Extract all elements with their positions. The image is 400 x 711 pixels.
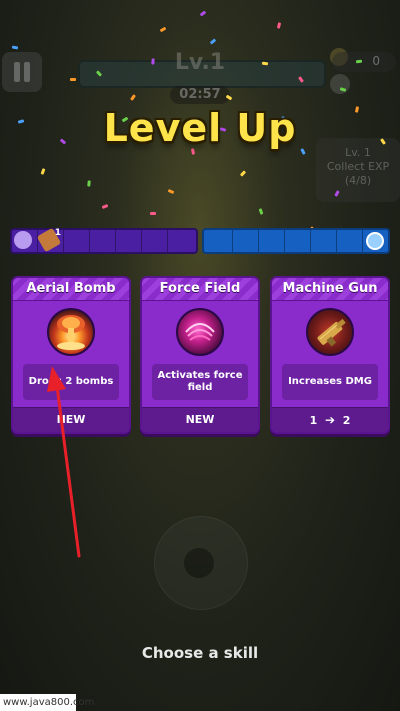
confetti-piece [199,10,207,17]
confetti-piece [239,170,247,177]
skill-slot [168,230,194,252]
level-to: 2 [342,414,351,427]
confetti-piece [149,211,157,216]
confetti-piece [258,208,264,215]
skill-slot [90,230,116,252]
card-title: Force Field [142,278,258,301]
confetti-piece [130,94,136,101]
quest-task: Collect EXP [326,160,390,173]
confetti-piece [101,203,109,210]
skill-card-machine-gun[interactable]: Machine Gun Increases DMG 1 ➔ 2 [270,276,390,434]
wing-icon [14,231,32,249]
passive-slot [362,230,388,252]
passive-slot [258,230,284,252]
card-status: NEW [142,407,258,432]
passive-slot [206,230,232,252]
confetti-piece [261,61,269,66]
card-description: Increases DMG [282,364,378,400]
confetti-piece [276,22,282,29]
skill-slot: 1 [36,227,64,253]
clock-icon [366,232,384,250]
kill-count: 0 [372,54,380,68]
confetti-piece [209,38,217,45]
card-title: Aerial Bomb [13,278,129,301]
skill-card-aerial-bomb[interactable]: Aerial Bomb Drops 2 bombs NEW [11,276,131,434]
skill-slot [142,230,168,252]
active-skill-slots: 1 [10,227,198,254]
confetti-piece [167,188,175,195]
confetti-piece [159,26,167,33]
passive-slot [284,230,310,252]
arrow-right-icon: ➔ [324,413,336,427]
level-from: 1 [309,414,318,427]
machine-gun-icon [306,308,354,356]
joystick-knob[interactable] [184,548,214,578]
card-level-change: 1 ➔ 2 [272,407,388,432]
level-up-title: Level Up [103,106,297,150]
skill-slot [12,230,38,252]
passive-skill-slots [202,228,390,254]
card-title: Machine Gun [272,278,388,301]
confetti-piece [151,58,155,65]
skill-card-force-field[interactable]: Force Field Activates force field NEW [140,276,260,434]
confetti-piece [11,45,19,50]
slot-level: 1 [54,228,61,238]
skull-icon [330,74,350,94]
level-indicator: Lv.1 [174,50,226,75]
card-description: Drops 2 bombs [23,364,119,400]
skill-slot [64,230,90,252]
confetti-piece [40,168,46,175]
pause-button[interactable] [2,52,42,92]
kill-counter: 0 [332,52,396,72]
passive-slot [336,230,362,252]
watermark: www.java800.com [0,694,94,711]
choose-skill-prompt: Choose a skill [141,644,259,662]
card-status: NEW [13,407,129,432]
skill-slot [116,230,142,252]
game-timer: 02:57 [170,86,230,104]
confetti-piece [87,180,91,187]
vortex-icon [176,308,224,356]
passive-slot [232,230,258,252]
card-description: Activates force field [152,364,248,400]
quest-progress: (4/8) [344,174,372,187]
passive-slot [310,230,336,252]
confetti-piece [70,78,76,81]
explosion-icon [47,308,95,356]
